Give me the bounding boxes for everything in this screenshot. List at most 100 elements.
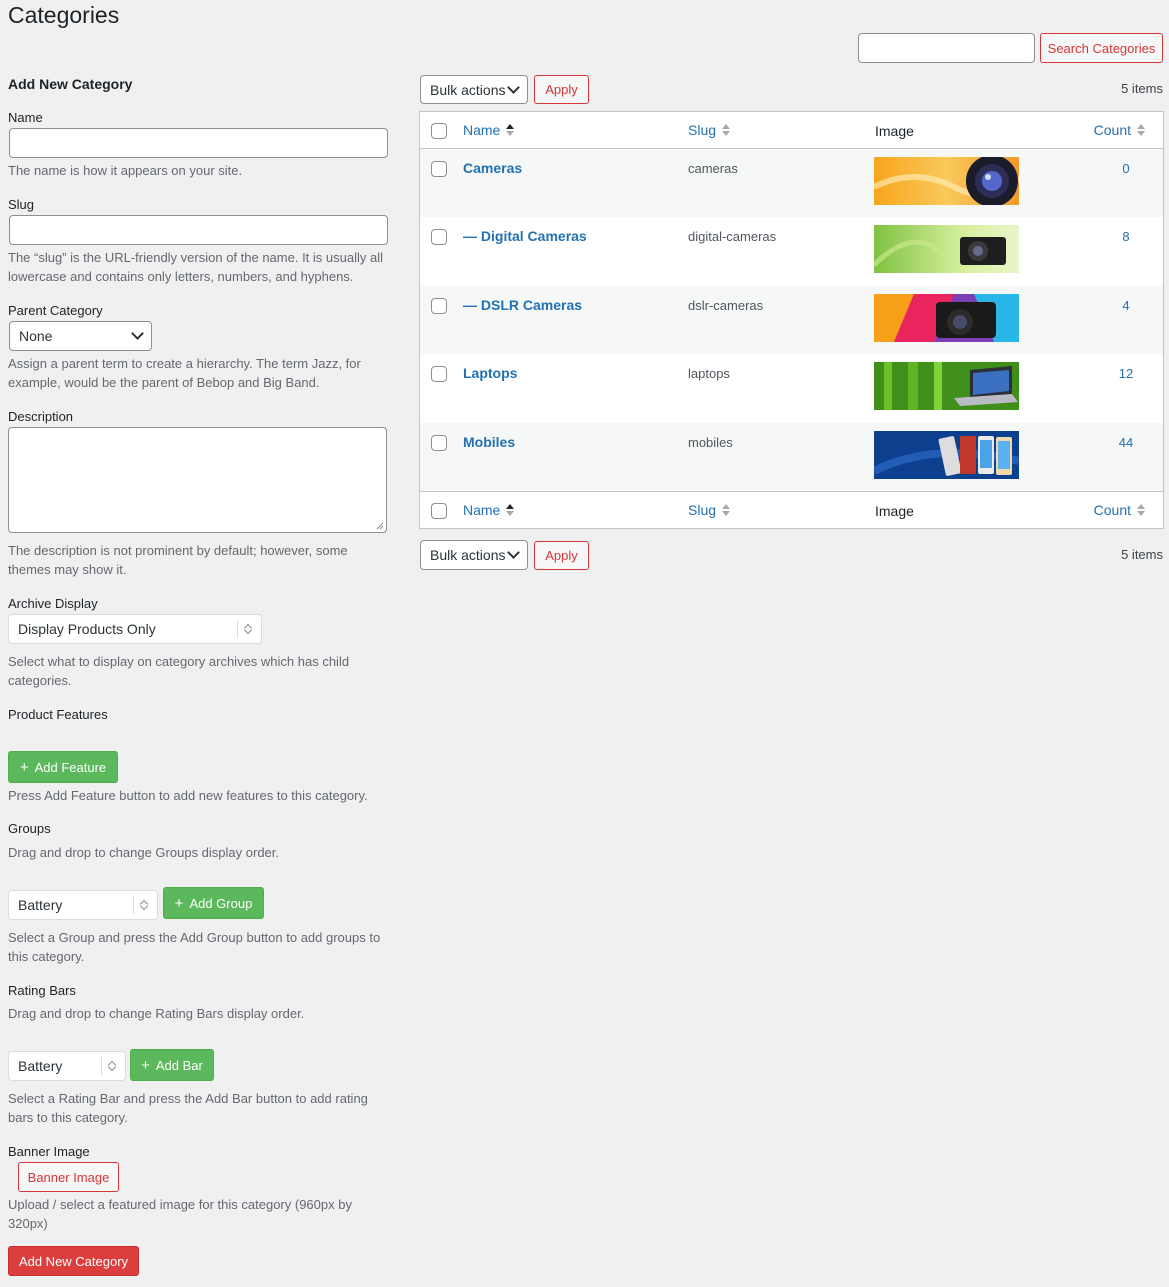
add-new-category-button[interactable]: Add New Category [8,1246,139,1276]
archive-display-label: Archive Display [8,596,98,611]
rating-bar-select[interactable]: Battery [8,1051,126,1081]
column-name-footer[interactable]: Name [463,502,515,518]
category-count-link[interactable]: 0 [1111,161,1141,176]
groups-drag-help: Drag and drop to change Groups display o… [8,845,280,860]
table-row: — DSLR Cameras dslr-cameras 4 [420,286,1163,354]
category-name-link[interactable]: — Digital Cameras [463,228,587,244]
rating-bars-label: Rating Bars [8,983,76,998]
chevron-down-icon [507,546,520,559]
bulk-actions-select-top[interactable]: Bulk actions [420,75,528,104]
apply-button-bottom[interactable]: Apply [534,541,589,570]
sort-arrows-icon [1137,504,1145,516]
sort-arrows-icon [722,504,731,516]
table-header: Name Slug Image Count [420,112,1163,149]
column-count-header[interactable]: Count [1094,122,1145,138]
updown-arrows-icon [237,620,261,638]
archive-display-help: Select what to display on category archi… [8,654,350,688]
table-row: Mobiles mobiles 44 [420,423,1163,492]
rating-bars-drag-help: Drag and drop to change Rating Bars disp… [8,1006,305,1021]
slug-label: Slug [8,197,35,212]
add-bar-label: Add Bar [155,1057,203,1073]
column-name-header[interactable]: Name [463,122,515,138]
rating-bar-select-value: Battery [18,1058,63,1074]
parent-category-help: Assign a parent term to create a hierarc… [8,356,361,390]
updown-arrows-icon [101,1057,125,1075]
select-all-checkbox[interactable] [431,123,447,139]
row-checkbox[interactable] [431,229,447,245]
category-name-link[interactable]: Laptops [463,365,517,381]
column-name-label: Name [463,122,501,138]
table-row: — Digital Cameras digital-cameras 8 [420,217,1163,286]
row-checkbox[interactable] [431,435,447,451]
column-name-label: Name [463,502,501,518]
column-slug-header[interactable]: Slug [688,122,731,138]
name-field[interactable] [9,128,388,158]
category-name-link[interactable]: Cameras [463,160,522,176]
slug-field[interactable] [9,215,388,245]
product-features-label: Product Features [8,707,108,722]
slug-help: The “slug” is the URL-friendly version o… [8,250,383,284]
category-count-link[interactable]: 12 [1111,366,1141,381]
category-name-link[interactable]: — DSLR Cameras [463,297,582,313]
parent-category-value: None [19,328,53,344]
categories-table: Name Slug Image Count Cameras cameras 0 … [419,111,1164,529]
form-heading: Add New Category [8,76,133,92]
name-label: Name [8,110,43,125]
resize-handle-icon[interactable] [376,522,384,530]
bulk-actions-select-bottom[interactable]: Bulk actions [420,540,528,570]
plus-icon: + [19,758,29,776]
row-checkbox[interactable] [431,298,447,314]
archive-display-value: Display Products Only [18,621,156,637]
search-input[interactable] [858,33,1035,63]
plus-icon: + [141,1056,150,1074]
category-name-link[interactable]: Mobiles [463,434,515,450]
column-count-label: Count [1093,122,1131,138]
bulk-actions-value: Bulk actions [430,547,506,563]
search-categories-button[interactable]: Search Categories [1040,33,1163,63]
group-select[interactable]: Battery [8,890,158,920]
column-count-footer[interactable]: Count [1094,502,1145,518]
description-field[interactable] [8,427,387,533]
add-bar-button[interactable]: + Add Bar [130,1049,214,1081]
category-thumbnail [874,157,1019,205]
column-slug-label: Slug [688,122,717,138]
description-help: The description is not prominent by defa… [8,543,348,577]
category-slug: mobiles [688,435,733,450]
groups-label: Groups [8,821,51,836]
add-feature-button[interactable]: + Add Feature [8,751,118,783]
banner-image-button[interactable]: Banner Image [18,1162,119,1192]
banner-image-label: Banner Image [8,1144,90,1159]
category-slug: laptops [688,366,730,381]
category-count-link[interactable]: 8 [1111,229,1141,244]
category-thumbnail [874,362,1019,410]
column-image-footer: Image [875,503,914,519]
add-feature-label: Add Feature [34,759,107,775]
items-count-bottom: 5 items [1121,547,1163,562]
plus-icon: + [174,894,184,912]
items-count-top: 5 items [1121,81,1163,96]
parent-category-label: Parent Category [8,303,103,318]
category-thumbnail [874,294,1019,342]
row-checkbox[interactable] [431,161,447,177]
column-slug-label: Slug [688,502,717,518]
page-title: Categories [8,2,120,28]
category-count-link[interactable]: 4 [1111,298,1141,313]
add-group-button[interactable]: + Add Group [163,887,264,919]
column-count-label: Count [1093,502,1131,518]
row-checkbox[interactable] [431,366,447,382]
parent-category-select[interactable]: None [9,321,152,351]
table-footer: Name Slug Image Count [420,492,1163,528]
column-slug-footer[interactable]: Slug [688,502,731,518]
category-slug: dslr-cameras [688,298,764,313]
select-all-checkbox-bottom[interactable] [431,503,447,519]
group-select-value: Battery [18,897,63,913]
category-count-link[interactable]: 44 [1111,435,1141,450]
apply-button-top[interactable]: Apply [534,75,589,104]
archive-display-select[interactable]: Display Products Only [8,614,262,644]
bulk-actions-value: Bulk actions [430,81,506,98]
add-feature-help: Press Add Feature button to add new feat… [8,788,368,803]
category-thumbnail [874,431,1019,479]
sort-arrows-icon [506,124,515,136]
category-slug: cameras [688,161,738,176]
updown-arrows-icon [133,896,157,914]
